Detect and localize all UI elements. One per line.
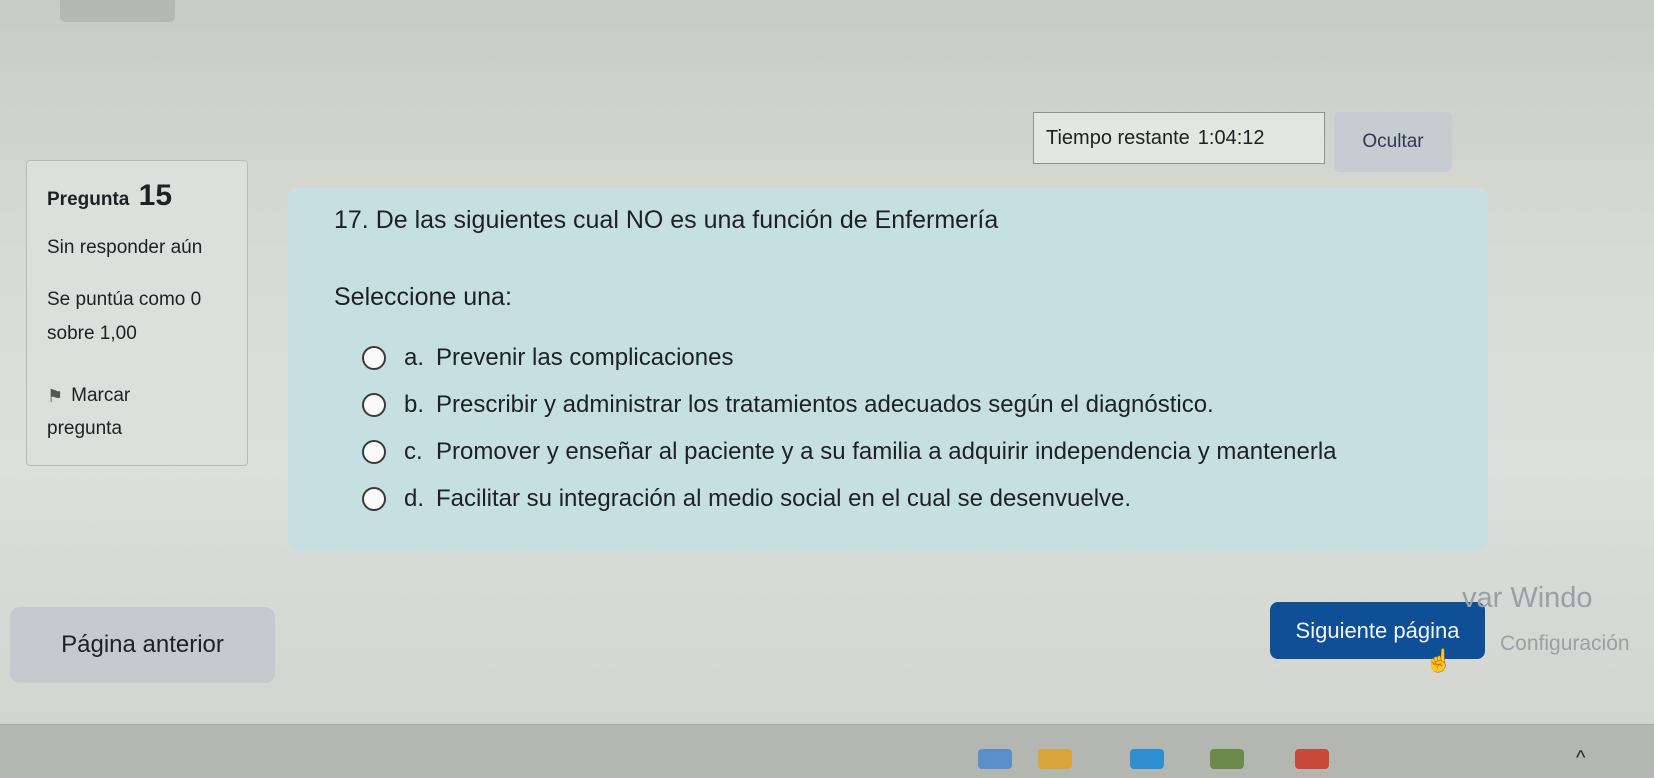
hand-cursor-icon: ☝ (1425, 648, 1453, 673)
question-content: 17. De las siguientes cual NO es una fun… (288, 188, 1488, 550)
option-letter: c. (404, 437, 423, 465)
answer-option-a[interactable]: a. Prevenir las complicaciones (362, 334, 1488, 381)
hide-timer-button[interactable]: Ocultar (1334, 112, 1452, 172)
top-tab-stub (60, 0, 175, 22)
taskbar-app-icon[interactable] (1038, 749, 1072, 769)
answer-option-b[interactable]: b. Prescribir y administrar los tratamie… (362, 381, 1488, 428)
option-letter: a. (404, 343, 425, 371)
taskbar: ^ (0, 724, 1654, 778)
time-remaining-box: Tiempo restante 1:04:12 (1033, 112, 1325, 164)
radio-button[interactable] (362, 345, 386, 370)
answer-options: a. Prevenir las complicaciones b. Prescr… (334, 334, 1488, 522)
question-title: Pregunta (47, 189, 130, 210)
timer-value: 1:04:12 (1197, 126, 1265, 149)
timer-label: Tiempo restante (1046, 126, 1190, 149)
radio-button[interactable] (362, 486, 386, 511)
flag-question-link[interactable]: ⚑ Marcar (47, 377, 239, 415)
taskbar-app-icon[interactable] (1210, 749, 1244, 769)
taskbar-app-icon[interactable] (1130, 749, 1164, 769)
radio-button[interactable] (362, 439, 386, 464)
question-status: Sin responder aún (47, 237, 203, 258)
option-letter: b. (404, 390, 425, 418)
question-number: 15 (138, 179, 173, 212)
question-info-panel: Pregunta 15 Sin responder aún Se puntúa … (26, 160, 248, 466)
option-text: Prescribir y administrar los tratamiento… (436, 390, 1214, 418)
question-heading: Pregunta 15 (47, 179, 239, 213)
radio-button[interactable] (362, 392, 386, 417)
flag-label-1: Marcar (71, 385, 131, 406)
answer-option-d[interactable]: d. Facilitar su integración al medio soc… (362, 475, 1488, 522)
option-text: Promover y enseñar al paciente y a su fa… (436, 437, 1337, 465)
option-text: Facilitar su integración al medio social… (436, 484, 1132, 512)
answer-prompt: Seleccione una: (334, 283, 512, 311)
next-page-button[interactable]: Siguiente página (1270, 602, 1485, 659)
flag-icon: ⚑ (47, 386, 64, 406)
question-text: 17. De las siguientes cual NO es una fun… (334, 206, 999, 234)
activate-windows-settings-text: Configuración (1500, 632, 1630, 655)
flag-label-2[interactable]: pregunta (47, 415, 239, 443)
question-score: Se puntúa como 0 sobre 1,00 (47, 289, 202, 344)
activate-windows-watermark: var Windo (1462, 582, 1593, 614)
answer-option-c[interactable]: c. Promover y enseñar al paciente y a su… (362, 428, 1488, 475)
chevron-up-icon[interactable]: ^ (1576, 747, 1585, 770)
previous-page-button[interactable]: Página anterior (10, 607, 275, 683)
option-letter: d. (404, 484, 425, 512)
taskbar-app-icon[interactable] (978, 749, 1012, 769)
taskbar-app-icon[interactable] (1295, 749, 1329, 769)
option-text: Prevenir las complicaciones (436, 343, 734, 371)
